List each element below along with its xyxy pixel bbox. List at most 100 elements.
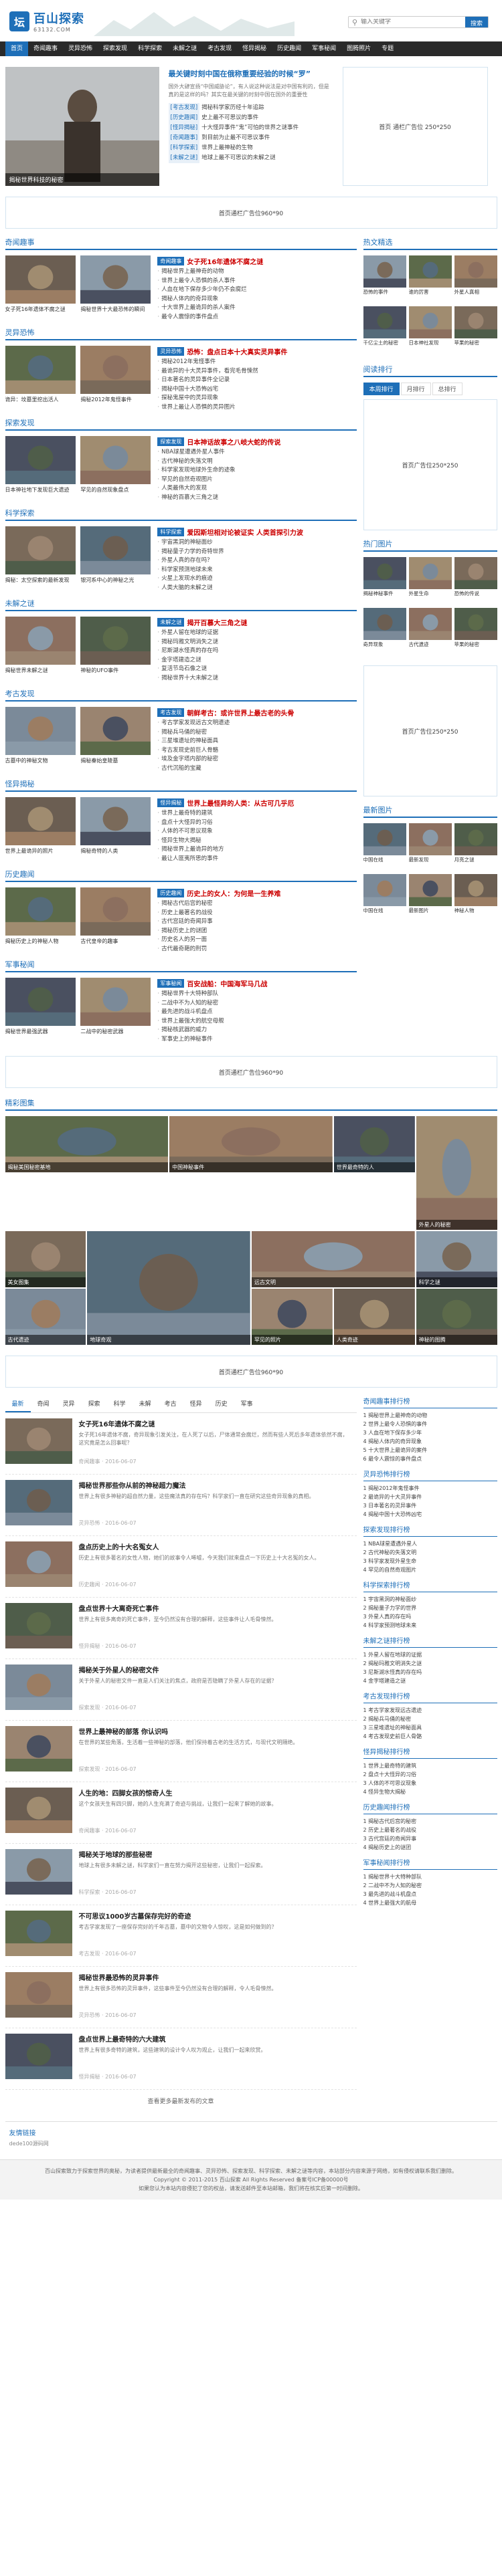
section-headline[interactable]: 科学探索 爱因斯坦相对论被证实 人类首探引力波 xyxy=(157,526,356,537)
rank-item[interactable]: 3 三星堆遗址的神秘面具 xyxy=(363,1723,497,1732)
list-item[interactable]: 二战中不为人知的秘密 xyxy=(157,999,356,1008)
section-headline[interactable]: 怪异揭秘 世界上最怪异的人类：从古可几乎厄 xyxy=(157,797,356,808)
section-headline[interactable]: 未解之谜 揭开百慕大三角之谜 xyxy=(157,617,356,627)
thumb-card[interactable]: 揭秘奇特的人类 xyxy=(80,797,151,863)
latest-tab[interactable]: 考古 xyxy=(158,1396,183,1412)
list-item[interactable]: 宇宙黑洞的神秘面纱 xyxy=(157,538,356,548)
rank-item[interactable]: 2 揭秘量子力学的世界 xyxy=(363,1604,497,1612)
article-title[interactable]: 世界上最神秘的部落 你认识吗 xyxy=(79,1726,353,1736)
section-headline[interactable]: 灵异恐怖 恐怖：盘点日本十大真实灵异事件 xyxy=(157,346,356,356)
photo-item[interactable]: 神秘的图腾 xyxy=(416,1289,497,1345)
rank-item[interactable]: 5 十大世界上最诡异的案件 xyxy=(363,1446,497,1455)
feature-line[interactable]: [科学探索] 世界上最神秘的生物 xyxy=(168,143,333,153)
article-item[interactable]: 人生的地：四脚女孩的惊奇人生 这个女孩天生有四只脚，她的人生充满了奇迹与挑战，让我… xyxy=(5,1782,357,1844)
thumb-card[interactable]: 古代皇帝的趣事 xyxy=(80,887,151,954)
list-item[interactable]: 揭秘人体内的奇异现象 xyxy=(157,295,356,304)
latest-tab[interactable]: 军事 xyxy=(234,1396,260,1412)
list-item[interactable]: NBA球星遭遇外星人事件 xyxy=(157,448,356,457)
list-item[interactable]: 历史上最著名的战役 xyxy=(157,909,356,918)
article-title[interactable]: 女子死16年遗体不腐之谜 xyxy=(79,1418,353,1428)
photo-item[interactable]: 远古文明 xyxy=(252,1231,415,1287)
ad-banner-2[interactable]: 首页通栏广告位960*90 xyxy=(5,1056,497,1088)
latest-tab[interactable]: 科学 xyxy=(107,1396,133,1412)
list-item[interactable]: 历史名人的另一面 xyxy=(157,936,356,945)
photo-item[interactable]: 世界最奇特的人 xyxy=(333,1116,415,1172)
friend-link[interactable]: dede100源码网 xyxy=(9,2140,493,2147)
rank-item[interactable]: 2 世界上最令人恐惧的事件 xyxy=(363,1420,497,1428)
side-thumb[interactable]: 神秘人物 xyxy=(454,874,497,921)
rank-item[interactable]: 1 宇宙黑洞的神秘面纱 xyxy=(363,1595,497,1604)
list-item[interactable]: 十大世界上最诡异的杀人案件 xyxy=(157,304,356,313)
rank-item[interactable]: 4 罕见的自然奇观图片 xyxy=(363,1566,497,1574)
side-thumb[interactable]: 中国在线 xyxy=(363,874,406,921)
list-item[interactable]: 揭秘世界十大特种部队 xyxy=(157,990,356,999)
rank-item[interactable]: 4 世界上最强大的航母 xyxy=(363,1899,497,1907)
thumb-card[interactable]: 世界上最诡异的照片 xyxy=(5,797,76,863)
list-item[interactable]: 火星上发现水的痕迹 xyxy=(157,574,356,584)
list-item[interactable]: 人类最伟大的发现 xyxy=(157,484,356,494)
latest-tab[interactable]: 历史 xyxy=(209,1396,234,1412)
list-item[interactable]: 揭秘量子力学的奇特世界 xyxy=(157,548,356,557)
list-item[interactable]: 军事史上的神秘事件 xyxy=(157,1035,356,1045)
side-thumb[interactable]: 月亮之谜 xyxy=(454,823,497,870)
list-item[interactable]: 最先进的战斗机盘点 xyxy=(157,1008,356,1017)
side-thumb[interactable]: 恐怖的事件 xyxy=(363,255,406,302)
nav-item[interactable]: 灵异恐怖 xyxy=(63,41,98,56)
thumb-card[interactable]: 女子死16年遗体不腐之谜 xyxy=(5,255,76,322)
article-item[interactable]: 揭秘世界最恐怖的灵异事件 世界上有很多恐怖的灵异事件，这些事件至今仍然没有合理的解… xyxy=(5,1967,357,2028)
list-item[interactable]: 揭秘古代后宫的秘密 xyxy=(157,899,356,909)
list-item[interactable]: 尼斯湖水怪真的存在吗 xyxy=(157,647,356,656)
list-item[interactable]: 外星人真的存在吗？ xyxy=(157,556,356,566)
list-item[interactable]: 揭秘世界十大未解之谜 xyxy=(157,674,356,683)
read-tab[interactable]: 月排行 xyxy=(400,383,431,395)
nav-item[interactable]: 科学探索 xyxy=(133,41,167,56)
photo-item[interactable]: 古代遗迹 xyxy=(5,1289,86,1345)
rank-item[interactable]: 6 最令人震惊的事件盘点 xyxy=(363,1455,497,1463)
thumb-card[interactable]: 日本神社地下发现巨大遗迹 xyxy=(5,436,76,502)
rank-item[interactable]: 2 盘点十大怪异的习俗 xyxy=(363,1770,497,1779)
latest-tab[interactable]: 奇闻 xyxy=(31,1396,56,1412)
section-title[interactable]: 怪异揭秘 xyxy=(5,780,35,788)
list-item[interactable]: 科学家预测地球未来 xyxy=(157,566,356,575)
rank-item[interactable]: 4 揭秘人体内的奇异现象 xyxy=(363,1437,497,1446)
list-item[interactable]: 罕见的自然奇观图片 xyxy=(157,475,356,485)
list-item[interactable]: 怪异生物大揭秘 xyxy=(157,837,356,846)
rank-item[interactable]: 1 考古学家发现远古遗迹 xyxy=(363,1706,497,1715)
article-item[interactable]: 盘点历史上的十大名冤女人 历史上有很多著名的女性人物，她们的故事令人唏嘘，今天我们… xyxy=(5,1536,357,1598)
rank-item[interactable]: 1 揭秘世界十大特种部队 xyxy=(363,1872,497,1881)
photo-item[interactable]: 地球奇观 xyxy=(87,1231,250,1345)
article-item[interactable]: 揭秘关于地球的那些秘密 地球上有很多未解之谜，科学家们一直在努力揭开这些秘密，让我… xyxy=(5,1844,357,1905)
rank-item[interactable]: 1 NBA球星遭遇外星人 xyxy=(363,1539,497,1548)
nav-item[interactable]: 怪异揭秘 xyxy=(237,41,272,56)
rank-item[interactable]: 1 揭秘世界上最神奇的动物 xyxy=(363,1411,497,1420)
article-title[interactable]: 盘点世界上最奇特的六大建筑 xyxy=(79,2034,353,2044)
article-item[interactable]: 世界上最神秘的部落 你认识吗 在世界的某些角落，生活着一些神秘的部落，他们保持着古… xyxy=(5,1721,357,1782)
nav-item[interactable]: 军事秘闻 xyxy=(307,41,341,56)
thumb-card[interactable]: 古墓中的神秘文物 xyxy=(5,707,76,773)
section-headline[interactable]: 历史趣闻 历史上的女人：为何是一生养难 xyxy=(157,887,356,898)
list-item[interactable]: 揭秘世界上最诡异的地方 xyxy=(157,845,356,855)
list-item[interactable]: 人类大脑的未解之谜 xyxy=(157,584,356,593)
latest-tab[interactable]: 最新 xyxy=(5,1396,31,1412)
article-title[interactable]: 盘点历史上的十大名冤女人 xyxy=(79,1541,353,1551)
feature-line[interactable]: [怪异揭秘] 十大怪异事件“鬼”可怕的世界之谜事件 xyxy=(168,123,333,133)
side-thumb[interactable]: 外星生命 xyxy=(408,557,452,604)
nav-item[interactable]: 奇闻趣事 xyxy=(28,41,63,56)
feature-image[interactable]: 揭秘世界科技的秘密 xyxy=(5,67,159,186)
nav-item[interactable]: 未解之谜 xyxy=(167,41,202,56)
latest-tab[interactable]: 灵异 xyxy=(56,1396,82,1412)
thumb-card[interactable]: 揭秘世界最强武器 xyxy=(5,978,76,1044)
rank-item[interactable]: 4 考古发现史前巨人骨骼 xyxy=(363,1732,497,1741)
list-item[interactable]: 古代最奇葩的刑罚 xyxy=(157,945,356,954)
list-item[interactable]: 揭秘核武器的威力 xyxy=(157,1026,356,1035)
section-title[interactable]: 历史趣闻 xyxy=(5,870,35,879)
side-thumb[interactable]: 中国在线 xyxy=(363,823,406,870)
side-thumb[interactable]: 千亿尘土的秘密 xyxy=(363,306,406,353)
thumb-card[interactable]: 揭秘秦始皇陵墓 xyxy=(80,707,151,773)
more-link[interactable]: 查看更多最新发布的文章 xyxy=(5,2090,357,2112)
rank-item[interactable]: 3 日本著名的灵异事件 xyxy=(363,1501,497,1510)
section-title[interactable]: 奇闻趣事 xyxy=(5,238,35,247)
rank-item[interactable]: 4 科学家预测地球未来 xyxy=(363,1621,497,1630)
list-item[interactable]: 揭秘玛雅文明消失之谜 xyxy=(157,638,356,647)
list-item[interactable]: 最让人匪夷所思的事件 xyxy=(157,855,356,864)
